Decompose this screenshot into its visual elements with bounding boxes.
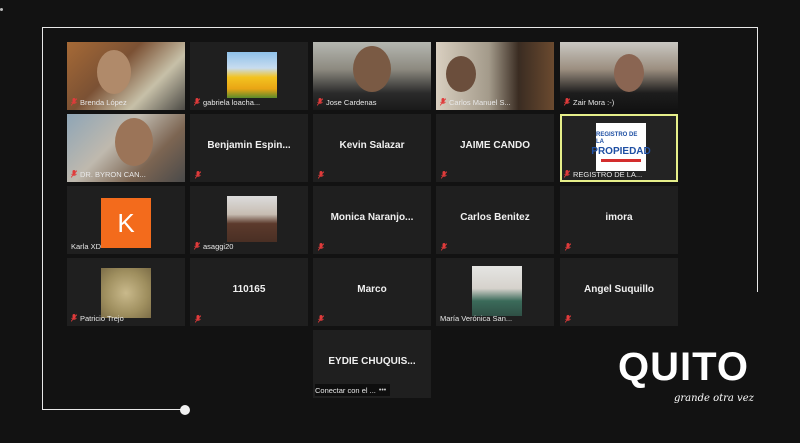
participant-tile[interactable]: Carlos Benitez	[436, 186, 554, 254]
logo-line-1: REGISTRO DE LA	[596, 132, 638, 145]
mic-muted-icon	[194, 98, 200, 106]
mic-muted-icon	[564, 170, 570, 178]
profile-picture	[227, 196, 277, 242]
participant-name: Patricio Trejo	[80, 313, 124, 323]
mic-muted-icon	[565, 243, 571, 251]
profile-picture	[227, 52, 277, 98]
brand-word: QUITO	[618, 345, 749, 389]
participant-tile[interactable]: JAIME CANDO	[436, 114, 554, 182]
participant-tile[interactable]: imora	[560, 186, 678, 254]
participant-tile[interactable]: Carlos Manuel S...	[436, 42, 554, 110]
mic-muted-icon	[71, 98, 77, 106]
mic-muted-icon	[318, 315, 324, 323]
logo-underline	[601, 159, 641, 162]
participant-display-name: Benjamin Espin...	[207, 140, 291, 151]
participant-tile[interactable]: Brenda López	[67, 42, 185, 110]
participant-tile[interactable]: Marco	[313, 258, 431, 326]
quito-brand-logo: QUITO grande otra vez	[614, 345, 754, 417]
active-speaker-tile[interactable]: REGISTRO DE LA PROPIEDAD REGISTRO DE LA.…	[560, 114, 678, 182]
participant-tile[interactable]: Kevin Salazar	[313, 114, 431, 182]
participant-name: María Verónica San...	[440, 313, 513, 323]
participant-caption: Patricio Trejo	[71, 312, 182, 324]
participant-display-name: Carlos Benitez	[460, 212, 530, 223]
mic-muted-icon	[441, 171, 447, 179]
participant-name: Brenda López	[80, 97, 127, 107]
participant-tile[interactable]: 110165	[190, 258, 308, 326]
participant-display-name: EYDIE CHUQUIS...	[328, 356, 416, 367]
participant-caption: REGISTRO DE LA...	[564, 168, 675, 180]
participant-name: Jose Cardenas	[326, 97, 377, 107]
participant-name: asaggi20	[203, 241, 234, 251]
participant-display-name: imora	[605, 212, 633, 223]
mic-muted-icon	[318, 243, 324, 251]
participant-caption: asaggi20	[194, 240, 305, 252]
participant-name: Carlos Manuel S...	[449, 97, 511, 107]
participant-tile[interactable]: gabriela loacha...	[190, 42, 308, 110]
participant-caption: Zair Mora :-)	[564, 96, 675, 108]
participant-caption: Brenda López	[71, 96, 182, 108]
participant-tile[interactable]: K Karla XD	[67, 186, 185, 254]
participant-display-name: Kevin Salazar	[339, 140, 405, 151]
mic-muted-icon	[317, 98, 323, 106]
mic-muted-icon	[564, 98, 570, 106]
participant-caption: Jose Cardenas	[317, 96, 428, 108]
connecting-indicator-icon: •••	[378, 386, 387, 394]
profile-picture	[472, 266, 522, 316]
mic-muted-icon	[71, 170, 77, 178]
participant-tile[interactable]: asaggi20	[190, 186, 308, 254]
participant-caption: Carlos Manuel S...	[440, 96, 551, 108]
mic-muted-icon	[441, 243, 447, 251]
participant-name: Karla XD	[71, 241, 102, 251]
participant-tile[interactable]: Benjamin Espin...	[190, 114, 308, 182]
mic-muted-icon	[318, 171, 324, 179]
participant-name: REGISTRO DE LA...	[573, 169, 643, 179]
brand-tagline: grande otra vez	[674, 393, 754, 404]
participant-caption: Karla XD	[71, 240, 182, 252]
participant-display-name: Angel Suquillo	[584, 284, 654, 295]
mic-muted-icon	[71, 314, 77, 322]
participant-tile[interactable]: Angel Suquillo	[560, 258, 678, 326]
participant-caption: María Verónica San...	[440, 312, 551, 324]
mic-muted-icon	[440, 98, 446, 106]
participant-display-name: Marco	[357, 284, 387, 295]
registro-propiedad-logo: REGISTRO DE LA PROPIEDAD	[591, 123, 651, 171]
participant-name: Zair Mora :-)	[573, 97, 615, 107]
participant-name: DR. BYRON CAN...	[80, 169, 146, 179]
participant-display-name: Monica Naranjo...	[330, 212, 414, 223]
participant-tile[interactable]: Patricio Trejo	[67, 258, 185, 326]
mic-muted-icon	[565, 315, 571, 323]
participant-caption: Conectar con el ... •••	[315, 384, 391, 396]
participant-display-name: JAIME CANDO	[459, 140, 530, 151]
profile-picture	[101, 268, 151, 318]
participant-tile[interactable]: EYDIE CHUQUIS... Conectar con el ... •••	[313, 330, 431, 398]
participant-display-name: 110165	[232, 284, 266, 295]
participant-tile[interactable]: Zair Mora :-)	[560, 42, 678, 110]
mic-muted-icon	[194, 242, 200, 250]
participant-caption: gabriela loacha...	[194, 96, 305, 108]
participant-caption: DR. BYRON CAN...	[71, 168, 182, 180]
mic-muted-icon	[195, 315, 201, 323]
participant-tile[interactable]: Monica Naranjo...	[313, 186, 431, 254]
participant-tile[interactable]: María Verónica San...	[436, 258, 554, 326]
logo-line-2: PROPIEDAD	[591, 146, 651, 157]
participant-tile[interactable]: Jose Cardenas	[313, 42, 431, 110]
mic-muted-icon	[195, 171, 201, 179]
participant-tile[interactable]: DR. BYRON CAN...	[67, 114, 185, 182]
participant-name: gabriela loacha...	[203, 97, 261, 107]
participant-name: Conectar con el ...	[315, 385, 376, 395]
